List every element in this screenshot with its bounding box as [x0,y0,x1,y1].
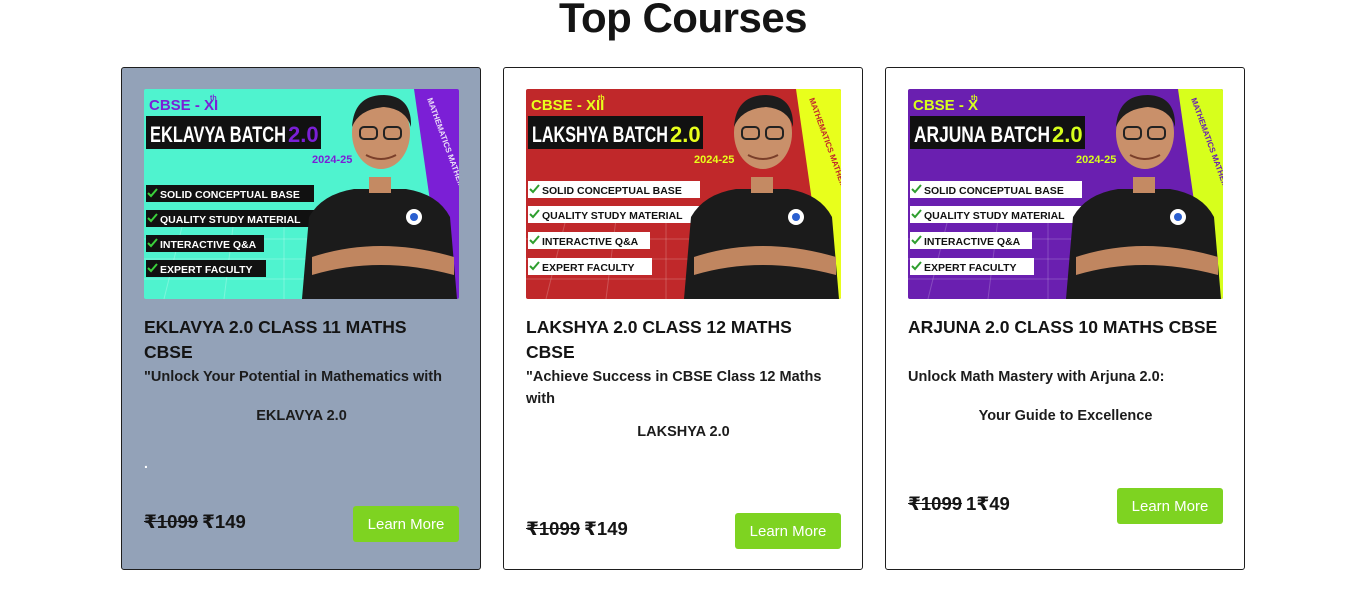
course-title[interactable]: ARJUNA 2.0 CLASS 10 MATHS CBSE [908,315,1223,340]
banner-year: 2024-25 [1076,154,1116,166]
current-price: ₹149 [584,518,628,539]
course-title[interactable]: LAKSHYA 2.0 CLASS 12 MATHS CBSE [526,315,841,365]
course-price: ₹1099 1₹49 [908,493,1010,515]
banner-feature: INTERACTIVE Q&A [924,236,1021,248]
course-banner: MATHEMATICS MATHEMATICS MATHEMATIC CBSE … [908,89,1223,299]
banner-feature: SOLID CONCEPTUAL BASE [542,185,682,197]
banner-version: 2.0 [1052,122,1083,147]
current-price: 1₹49 [966,493,1010,514]
course-card[interactable]: MATHEMATICS MATHEMATICS MATHEMATIC CBSE … [885,67,1245,570]
course-description: "Achieve Success in CBSE Class 12 Maths … [526,369,822,407]
course-subline: Your Guide to Excellence [978,408,1153,424]
course-price: ₹1099 ₹149 [526,518,628,540]
course-card[interactable]: MATHEMATICS MATHEMATICS MATHEMATIC CBSE … [121,67,481,570]
course-banner: MATHEMATICS MATHEMATICS MATHEMATIC CBSE … [526,89,841,299]
banner-year: 2024-25 [312,154,352,166]
course-card[interactable]: MATHEMATICS MATHEMATICS MATHEMATIC CBSE … [503,67,863,570]
course-thumbnail[interactable]: MATHEMATICS MATHEMATICS MATHEMATIC CBSE … [144,89,459,299]
banner-grade: CBSE - XI [149,97,218,114]
banner-feature: SOLID CONCEPTUAL BASE [924,185,1064,197]
banner-grade: CBSE - XII [531,97,604,114]
learn-more-button[interactable]: Learn More [735,513,841,549]
learn-more-button[interactable]: Learn More [1117,488,1223,524]
banner-feature: QUALITY STUDY MATERIAL [924,210,1065,222]
section-title: Top Courses [558,0,808,41]
old-price: ₹1099 [144,511,199,532]
banner-feature: INTERACTIVE Q&A [160,239,257,251]
old-price: ₹1099 [526,518,581,539]
banner-feature: INTERACTIVE Q&A [542,236,639,248]
banner-batch-name: ARJUNA BATCH [914,122,1050,147]
banner-version: 2.0 [670,122,701,147]
banner-feature: EXPERT FACULTY [924,262,1017,274]
old-price: ₹1099 [908,493,963,514]
banner-feature: EXPERT FACULTY [160,264,253,276]
learn-more-button[interactable]: Learn More [353,506,459,542]
banner-grade-sup: th [971,95,978,102]
banner-batch-name: EKLAVYA BATCH [150,122,286,147]
banner-version: 2.0 [288,122,319,147]
course-thumbnail[interactable]: MATHEMATICS MATHEMATICS MATHEMATIC CBSE … [526,89,841,299]
course-banner: MATHEMATICS MATHEMATICS MATHEMATIC CBSE … [144,89,459,299]
banner-feature: QUALITY STUDY MATERIAL [160,214,301,226]
banner-batch-name: LAKSHYA BATCH [532,122,668,147]
banner-grade-sup: th [210,95,217,102]
current-price: ₹149 [202,511,246,532]
course-description: Unlock Math Mastery with Arjuna 2.0: [908,369,1165,385]
banner-feature: EXPERT FACULTY [542,262,635,274]
banner-feature: QUALITY STUDY MATERIAL [542,210,683,222]
banner-year: 2024-25 [694,154,734,166]
course-extra: . [144,455,148,471]
banner-grade: CBSE - X [913,97,978,114]
course-subline: EKLAVYA 2.0 [256,408,347,424]
course-thumbnail[interactable]: MATHEMATICS MATHEMATICS MATHEMATIC CBSE … [908,89,1223,299]
banner-feature: SOLID CONCEPTUAL BASE [160,189,300,201]
course-description: "Unlock Your Potential in Mathematics wi… [144,369,442,385]
banner-grade-sup: th [598,95,605,102]
course-title[interactable]: EKLAVYA 2.0 CLASS 11 MATHS CBSE [144,315,459,365]
course-price: ₹1099 ₹149 [144,511,246,533]
course-subline: LAKSHYA 2.0 [637,424,730,440]
